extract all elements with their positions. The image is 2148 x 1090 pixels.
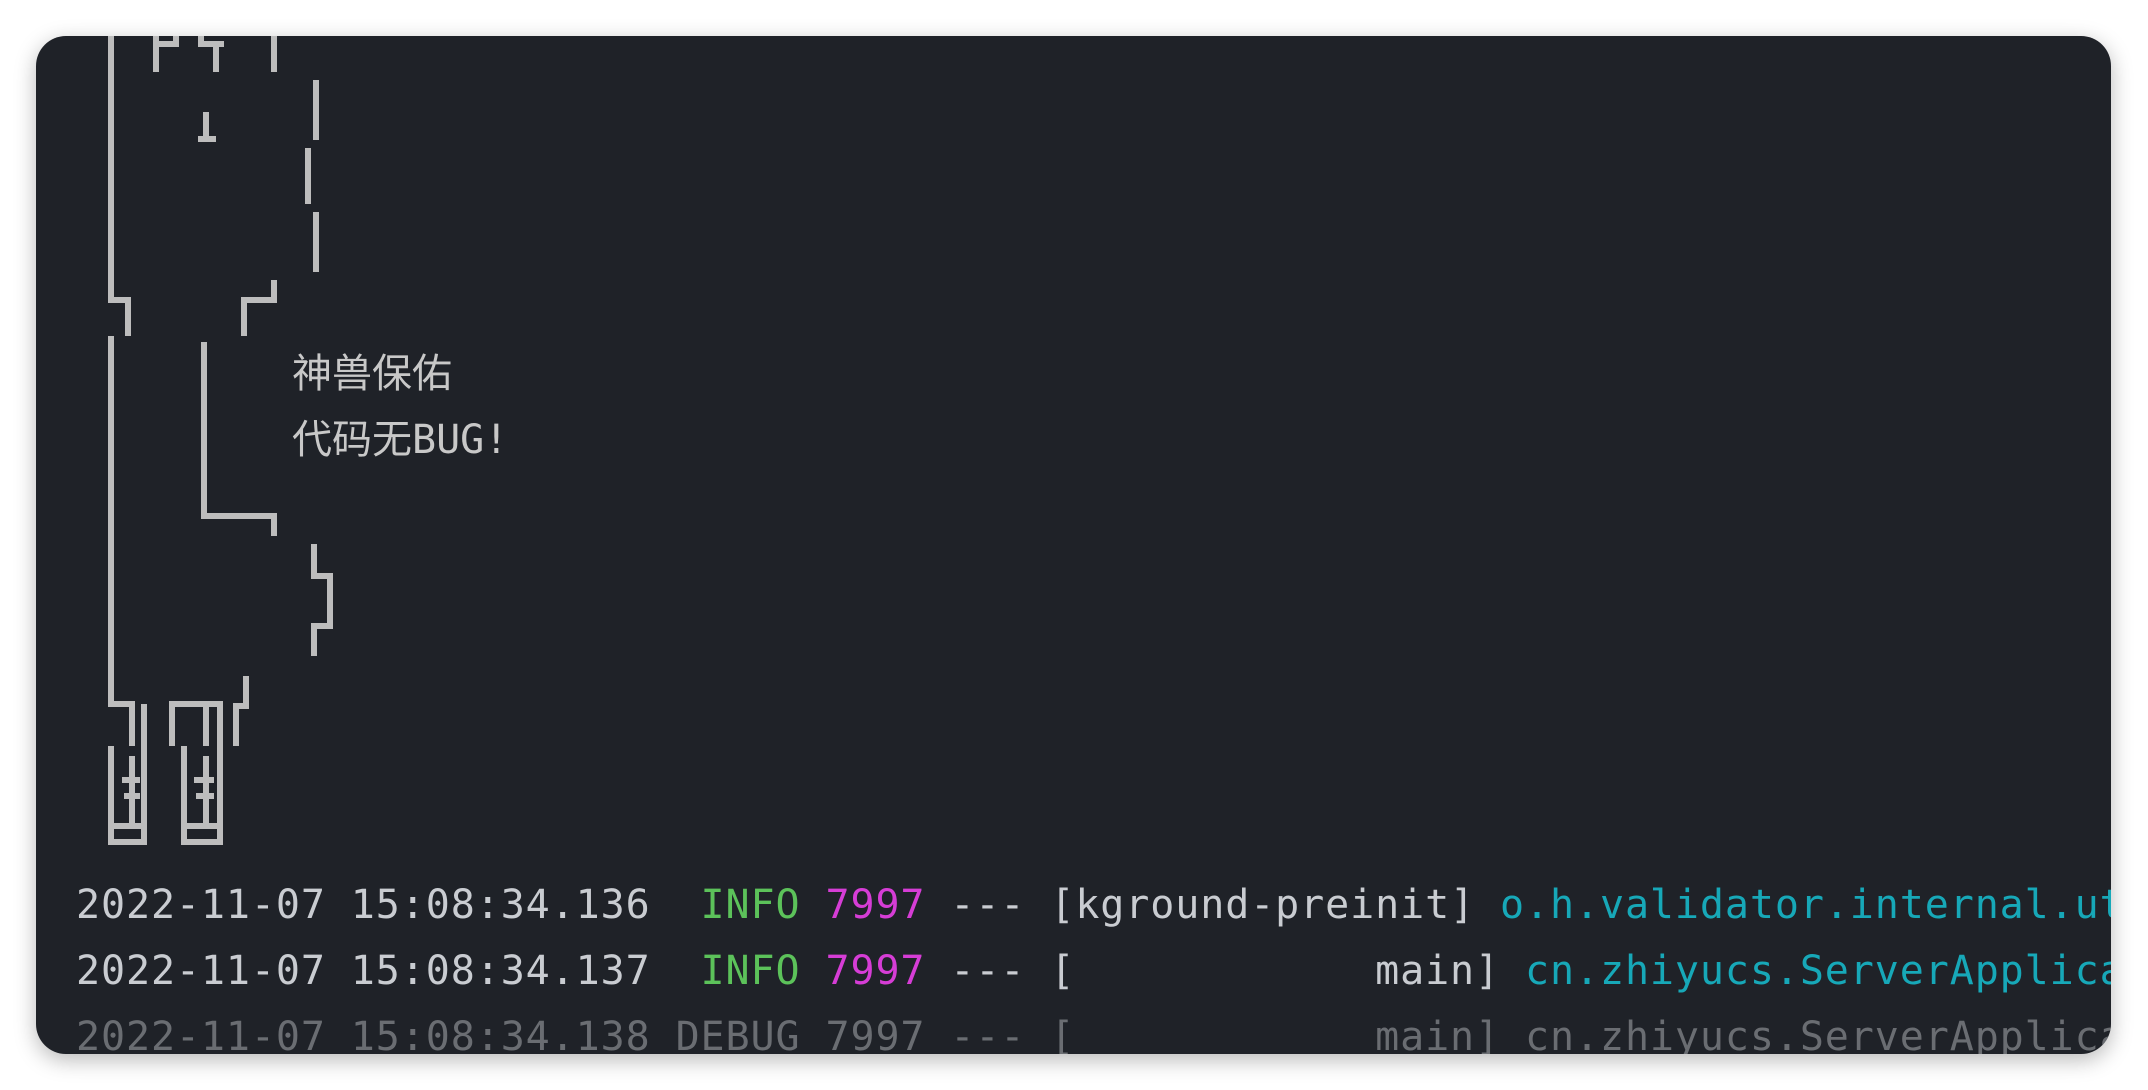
log-logger: cn.zhiyucs.ServerApplication bbox=[1525, 1014, 2111, 1054]
log-separator: --- bbox=[950, 882, 1026, 928]
log-thread: [ main] bbox=[1050, 948, 1501, 994]
log-level: DEBUG bbox=[675, 1014, 801, 1054]
log-timestamp: 2022-11-07 15:08:34.138 bbox=[76, 1014, 651, 1054]
log-line: 2022-11-07 15:08:34.137 INFO 7997 --- [ … bbox=[76, 938, 2111, 1004]
banner-line-2: 代码无BUG! bbox=[292, 417, 509, 463]
log-thread: [kground-preinit] bbox=[1050, 882, 1476, 928]
log-level: INFO bbox=[675, 882, 801, 928]
log-separator: --- bbox=[950, 948, 1026, 994]
log-pid: 7997 bbox=[825, 948, 926, 994]
log-line: 2022-11-07 15:08:34.136 INFO 7997 --- [k… bbox=[76, 872, 2111, 938]
log-line: 2022-11-07 15:08:34.138 DEBUG 7997 --- [… bbox=[76, 1004, 2111, 1054]
log-level: INFO bbox=[675, 948, 801, 994]
log-timestamp: 2022-11-07 15:08:34.137 bbox=[76, 948, 651, 994]
log-thread: [ main] bbox=[1050, 1014, 1501, 1054]
log-logger: o.h.validator.internal.util. bbox=[1500, 882, 2111, 928]
log-logger: cn.zhiyucs.ServerApplication bbox=[1525, 948, 2111, 994]
log-separator: --- bbox=[950, 1014, 1026, 1054]
log-pid: 7997 bbox=[825, 1014, 926, 1054]
banner-line-1: 神兽保佑 bbox=[292, 351, 452, 397]
log-timestamp: 2022-11-07 15:08:34.136 bbox=[76, 882, 651, 928]
terminal-window: 神兽保佑 代码无BUG! 2022-11-07 15:08:34.136 INF… bbox=[36, 36, 2111, 1054]
log-pid: 7997 bbox=[825, 882, 926, 928]
